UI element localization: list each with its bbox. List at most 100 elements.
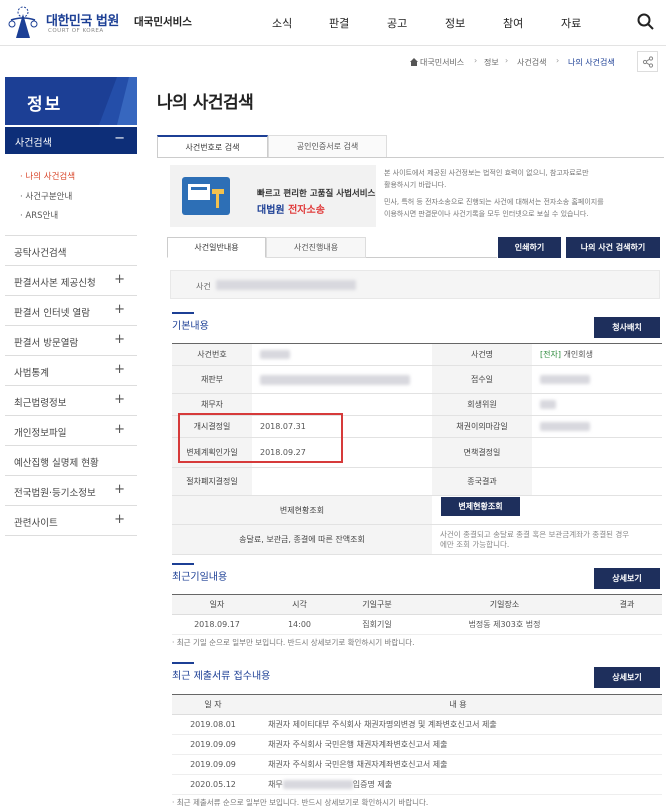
recent-docs-table: 일 자 내 용 2019.08.01 채권자 제이티대부 주식회사 채권자명의변… (172, 694, 662, 795)
notice-text: 이용하시면 판결문이나 사건기록을 모두 인터넷으로 보실 수 있습니다. (384, 210, 589, 218)
expand-icon: + (114, 362, 125, 377)
e-litigation-banner[interactable]: 빠르고 편리한 고품질 사법서비스 대법원 전자소송 (170, 165, 376, 227)
tab-case-progress[interactable]: 사건진행내용 (266, 237, 366, 258)
refund-inquiry-note: 사건이 종결되고 송달료 종결 혹은 보관금계좌가 종결된 경우 에만 조회 가능… (432, 524, 662, 555)
tab-case-general[interactable]: 사건일반내용 (167, 237, 266, 258)
nav-materials[interactable]: 자료 (561, 15, 581, 31)
expand-icon: + (114, 512, 125, 527)
tab-divider (157, 157, 664, 158)
table-row: 2019.08.01 채권자 제이티대부 주식회사 채권자명의변경 및 계좌변호… (172, 714, 662, 735)
expand-icon: + (114, 302, 125, 317)
breadcrumb-separator: › (556, 56, 560, 65)
label-case-name: 사건명 (432, 343, 532, 366)
detail-docs-button[interactable]: 상세보기 (594, 667, 660, 688)
value-objection-deadline (532, 415, 662, 438)
sidebar-header: 정보 (5, 77, 137, 125)
logo-title[interactable]: 대한민국 법원 (46, 10, 119, 29)
sidebar-item-label: 사건검색 (15, 138, 52, 149)
home-icon[interactable] (410, 58, 418, 66)
table-row: 송달료, 보관금, 종결에 따른 잔액조회 사건이 종결되고 송달료 종결 혹은… (172, 524, 662, 555)
page-title: 나의 사건검색 (157, 93, 254, 113)
expand-icon: + (114, 482, 125, 497)
e-case-tag: [전자] (540, 350, 561, 359)
column-header: 일 자 (172, 694, 254, 715)
value-final-result (532, 467, 662, 496)
sidebar-item[interactable]: 예산집행 실명제 현황 (5, 446, 137, 476)
cell-type: 집회기일 (337, 614, 417, 635)
repayment-status-button[interactable]: 변제현황조회 (441, 497, 520, 516)
cell-date: 2019.08.01 (172, 714, 254, 735)
court-emblem-icon[interactable] (6, 4, 40, 40)
nav-participation[interactable]: 참여 (503, 15, 523, 31)
table-row: 2019.09.09 채권자 주식회사 국민은행 채권자계좌변호신고서 제출 (172, 734, 662, 755)
my-case-search-button[interactable]: 나의 사건 검색하기 (566, 237, 660, 258)
sidebar-item-label: 공탁사건검색 (14, 248, 67, 259)
tab-case-number[interactable]: 사건번호로 검색 (157, 135, 268, 158)
case-label: 사건 (196, 282, 211, 291)
service-name[interactable]: 대국민서비스 (134, 14, 192, 29)
table-row: 사건번호 사건명 [전자] 개인회생 (172, 343, 662, 366)
sidebar-item[interactable]: 판결서 방문열람 + (5, 326, 137, 356)
nav-notice[interactable]: 공고 (387, 15, 407, 31)
section-title-recent-dates: 최근기일내용 (172, 572, 228, 583)
recent-dates-table: 일자 시각 기일구분 기일장소 결과 2018.09.17 14:00 집회기일… (172, 594, 662, 635)
sidebar-sub-case-type[interactable]: · 사건구분안내 (20, 190, 72, 202)
search-icon[interactable] (636, 12, 656, 32)
cell-date: 2018.09.17 (172, 614, 262, 635)
cell-content: 채권자 제이티대부 주식회사 채권자명의변경 및 계좌변호신고서 제출 (254, 714, 662, 735)
tab-certificate[interactable]: 공인인증서로 검색 (268, 135, 387, 158)
nav-news[interactable]: 소식 (272, 15, 292, 31)
logo-subtitle: COURT OF KOREA (48, 28, 104, 34)
table-header-row: 일 자 내 용 (172, 694, 662, 715)
value-discharge-date (532, 437, 662, 468)
banner-line1: 빠르고 편리한 고품질 사법서비스 (257, 189, 376, 199)
sidebar-item[interactable]: 관련사이트 + (5, 506, 137, 536)
court-layout-button[interactable]: 청사배치 (594, 317, 660, 338)
sidebar-item-label: 최근법령정보 (14, 398, 67, 409)
breadcrumb-info[interactable]: 정보 (484, 57, 499, 68)
nav-judgment[interactable]: 판결 (329, 15, 349, 31)
sidebar-sub-my-case[interactable]: · 나의 사건검색 (20, 170, 75, 182)
sidebar-item[interactable]: 전국법원·등기소정보 + (5, 476, 137, 506)
label-court: 재판부 (172, 365, 252, 394)
notice-text: 민사, 특허 등 전자소송으로 진행되는 사건에 대해서는 전자소송 홈페이지를 (384, 198, 604, 206)
table-row: 변제현황조회 (172, 495, 662, 525)
sidebar-item[interactable]: 판결서 인터넷 열람 + (5, 296, 137, 326)
breadcrumb-separator: › (505, 56, 509, 65)
sidebar-sub-ars[interactable]: · ARS안내 (20, 209, 58, 221)
cell-date: 2019.09.09 (172, 754, 254, 775)
section-underline (172, 312, 194, 314)
label-case-number: 사건번호 (172, 343, 252, 366)
label-discharge-date: 면책결정일 (432, 437, 532, 468)
sidebar-item[interactable]: 최근법령정보 + (5, 386, 137, 416)
column-header: 일자 (172, 594, 262, 615)
expand-icon: + (114, 392, 125, 407)
sidebar-item[interactable]: 공탁사건검색 (5, 236, 137, 266)
sidebar-item[interactable]: 사법통계 + (5, 356, 137, 386)
sidebar-decoration-icon (99, 77, 137, 125)
print-button[interactable]: 인쇄하기 (498, 237, 561, 258)
collapse-icon[interactable]: − (114, 131, 125, 146)
sidebar-item-label: 사법통계 (14, 368, 49, 379)
sidebar-item[interactable]: 판결서사본 제공신청 + (5, 266, 137, 296)
case-name-text: 개인회생 (560, 350, 593, 359)
sidebar-item-case-search[interactable]: 사건검색 − (5, 127, 137, 154)
label-final-result: 종국결과 (432, 467, 532, 496)
breadcrumb-service[interactable]: 대국민서비스 (420, 57, 464, 68)
detail-dates-button[interactable]: 상세보기 (594, 568, 660, 589)
banner-court: 대법원 (257, 205, 289, 216)
content-prefix: 채무 (268, 780, 283, 789)
label-repayment-inquiry: 변제현황조회 (172, 495, 432, 525)
share-button[interactable] (637, 51, 658, 72)
content-suffix: 입증명 제출 (352, 780, 393, 789)
banner-e-litigation: 전자소송 (288, 205, 325, 216)
notice-text: 본 사이트에서 제공된 사건정보는 법적인 효력이 없으니, 참고자료로만 (384, 169, 589, 177)
cell-place: 법정동 제303호 법정 (417, 614, 592, 635)
expand-icon: + (114, 332, 125, 347)
value-case-number (252, 343, 432, 366)
breadcrumb-case-search[interactable]: 사건검색 (517, 57, 546, 68)
sidebar-item[interactable]: 개인정보파일 + (5, 416, 137, 446)
label-abolish-date: 절차폐지결정일 (172, 467, 252, 496)
cell-content: 채권자 주식회사 국민은행 채권자계좌변호신고서 제출 (254, 734, 662, 755)
nav-info[interactable]: 정보 (445, 15, 465, 31)
